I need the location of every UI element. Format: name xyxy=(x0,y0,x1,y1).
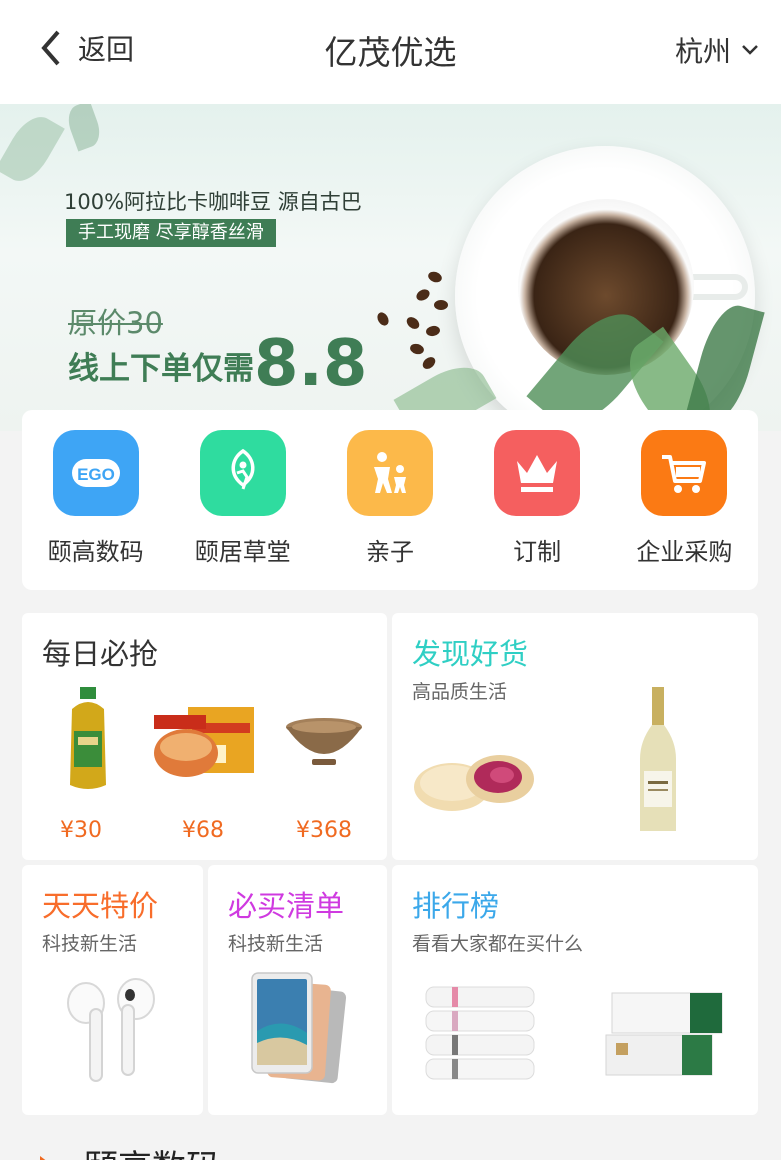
product-price: ¥368 xyxy=(296,818,352,843)
section-header: 颐高数码 xyxy=(38,1140,220,1160)
leaf-decoration xyxy=(0,108,65,190)
family-icon xyxy=(346,430,433,516)
cup-handle xyxy=(692,274,748,300)
must-buy-card[interactable]: 必买清单 科技新生活 xyxy=(208,865,387,1115)
ranking-card[interactable]: 排行榜 看看大家都在买什么 xyxy=(392,865,758,1115)
banner-promo-text: 线上下单仅需 xyxy=(68,351,254,387)
category-enterprise-purchase[interactable]: 企业采购 xyxy=(619,430,749,590)
product-grid: 每日必抢 ¥30 ¥68 ¥368 发现好货 高品质生活 天天特价 科技新生活 … xyxy=(22,613,758,1115)
category-label: 颐高数码 xyxy=(47,538,144,566)
svg-text:EGO: EGO xyxy=(77,465,115,484)
category-yiju-caotang[interactable]: 颐居草堂 xyxy=(178,430,308,590)
daily-special-subtitle: 科技新生活 xyxy=(42,933,138,955)
banner-headline: 100%阿拉比卡咖啡豆 源自古巴 xyxy=(64,190,362,214)
daily-deals-card[interactable]: 每日必抢 ¥30 ¥68 ¥368 xyxy=(22,613,387,860)
oil-bottle-image xyxy=(70,687,106,789)
caret-right-icon xyxy=(40,1155,46,1160)
towel-stack-image xyxy=(425,986,535,1080)
top-nav-bar: 返回 亿茂优选 杭州 xyxy=(0,0,781,104)
banner-promo-price: 8.8 xyxy=(254,327,368,401)
category-label: 亲子 xyxy=(365,538,414,566)
leaf-person-icon xyxy=(199,430,286,516)
city-label: 杭州 xyxy=(674,35,731,68)
must-buy-subtitle: 科技新生活 xyxy=(228,933,324,955)
coffee-bean xyxy=(426,269,444,285)
discover-title: 发现好货 xyxy=(412,637,529,671)
city-selector[interactable]: 杭州 xyxy=(675,30,759,70)
daily-special-card[interactable]: 天天特价 科技新生活 xyxy=(22,865,203,1115)
crown-icon xyxy=(494,430,581,516)
ipad-image xyxy=(251,972,347,1084)
wine-bottle-image xyxy=(640,687,676,831)
coffee-bean xyxy=(425,324,441,338)
coffee-bean xyxy=(408,342,426,356)
flower-cake-image xyxy=(414,755,534,811)
daily-deals-title: 每日必抢 xyxy=(42,637,159,671)
coffee-bean xyxy=(404,314,422,332)
must-buy-title: 必买清单 xyxy=(228,889,345,923)
ranking-title: 排行榜 xyxy=(412,889,500,923)
discover-card[interactable]: 发现好货 高品质生活 xyxy=(392,613,758,860)
ranking-subtitle: 看看大家都在买什么 xyxy=(412,933,584,955)
category-label: 颐居草堂 xyxy=(194,538,291,566)
coffee-bean xyxy=(420,354,438,372)
chevron-down-icon xyxy=(742,45,758,55)
category-parent-child[interactable]: 亲子 xyxy=(325,430,455,590)
discover-subtitle: 高品质生活 xyxy=(412,681,508,703)
section-title: 颐高数码 xyxy=(84,1140,220,1160)
category-ego-digital[interactable]: EGO 颐高数码 xyxy=(31,430,161,590)
product-price: ¥68 xyxy=(182,818,224,843)
category-label: 订制 xyxy=(513,538,562,566)
category-label: 企业采购 xyxy=(636,538,733,566)
coffee-bean xyxy=(375,310,391,328)
coffee-bean xyxy=(414,287,432,303)
leaf-decoration xyxy=(63,104,105,152)
airpods-image xyxy=(67,978,155,1082)
category-custom[interactable]: 订制 xyxy=(472,430,602,590)
wooden-bowl-image xyxy=(286,718,362,765)
coffee-bean xyxy=(434,300,448,310)
tea-gift-box-image xyxy=(605,992,723,1076)
promo-banner[interactable]: 100%阿拉比卡咖啡豆 源自古巴 手工现磨 尽享醇香丝滑 原价30 线上下单仅需… xyxy=(0,104,781,431)
ego-logo-icon: EGO xyxy=(52,430,139,516)
banner-tag: 手工现磨 尽享醇香丝滑 xyxy=(66,219,276,247)
product-price: ¥30 xyxy=(60,818,102,843)
snack-box-image xyxy=(154,707,254,777)
banner-promo: 线上下单仅需 8.8 xyxy=(68,332,367,396)
shopping-cart-icon xyxy=(641,430,728,516)
daily-special-title: 天天特价 xyxy=(42,889,159,923)
category-bar: EGO 颐高数码 颐居草堂 亲子 订制 企业采购 xyxy=(22,410,758,590)
page-title: 亿茂优选 xyxy=(324,33,457,72)
